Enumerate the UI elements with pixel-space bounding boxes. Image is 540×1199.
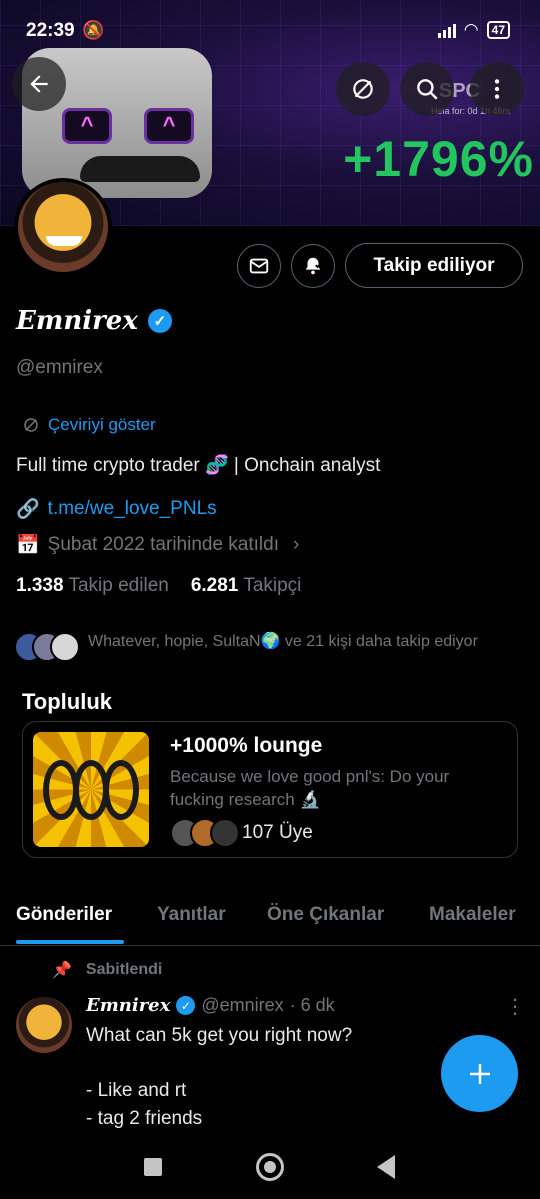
- search-icon[interactable]: [400, 62, 454, 116]
- tab-highlights[interactable]: Öne Çıkanlar: [267, 904, 384, 926]
- tab-posts[interactable]: Gönderiler: [16, 904, 112, 926]
- compose-button[interactable]: [441, 1035, 518, 1112]
- profile-handle: @emnirex: [16, 357, 103, 378]
- calendar-icon: 📅: [16, 535, 40, 556]
- active-tab-indicator: [16, 940, 124, 944]
- home-icon[interactable]: [256, 1153, 284, 1181]
- battery-icon: 47: [486, 21, 510, 39]
- post-avatar[interactable]: [16, 997, 72, 1053]
- post-author[interactable]: Emnirex: [86, 995, 170, 1016]
- tab-articles[interactable]: Makaleler: [429, 904, 516, 926]
- joined-label: Şubat 2022 tarihinde katıldı: [47, 534, 280, 555]
- joined-date[interactable]: 📅 Şubat 2022 tarihinde katıldı ›: [16, 533, 299, 557]
- wifi-icon: ◠: [463, 20, 479, 39]
- link-icon: 🔗: [16, 499, 40, 520]
- community-image: [33, 732, 149, 847]
- profile-link-text: t.me/we_love_PNLs: [47, 498, 217, 519]
- banner-percent: +1796%: [343, 131, 534, 187]
- profile-name: Emnirex ✓: [16, 306, 172, 336]
- followed-by[interactable]: Whatever, hopie, SultaN🌍 ve 21 kişi daha…: [14, 630, 514, 662]
- mute-icon: 🔕: [82, 20, 105, 40]
- chevron-right-icon: ›: [293, 534, 300, 555]
- member-avatars: [170, 818, 240, 848]
- profile-tabs: Gönderiler Yanıtlar Öne Çıkanlar Makalel…: [0, 890, 540, 946]
- back-arrow-icon[interactable]: [12, 57, 66, 111]
- community-members: 107 Üye: [170, 818, 313, 848]
- post-verified-icon: ✓: [176, 996, 196, 1015]
- follow-stats: 1.338 Takip edilen 6.281 Takipçi: [16, 575, 301, 597]
- member-count: 107 Üye: [242, 822, 313, 843]
- community-card[interactable]: +1000% lounge Because we love good pnl's…: [22, 721, 518, 858]
- profile-bio: Full time crypto trader 🧬 | Onchain anal…: [16, 455, 381, 476]
- post-text[interactable]: What can 5k get you right now? - Like an…: [86, 1022, 352, 1132]
- signal-icon: [437, 22, 456, 38]
- status-bar: 22:39 🔕 ◠ 47: [0, 0, 540, 44]
- community-name: +1000% lounge: [170, 734, 323, 757]
- followed-by-text: Whatever, hopie, SultaN🌍 ve 21 kişi daha…: [88, 633, 478, 650]
- recent-apps-icon[interactable]: [144, 1158, 162, 1176]
- tab-replies[interactable]: Yanıtlar: [157, 904, 226, 926]
- back-icon[interactable]: [377, 1155, 395, 1179]
- community-section-title: Topluluk: [22, 689, 113, 714]
- post-more-icon[interactable]: ⋮: [505, 994, 525, 1019]
- more-vertical-icon[interactable]: [470, 62, 524, 116]
- notification-bell-icon[interactable]: [291, 244, 335, 288]
- plus-icon: [469, 1063, 490, 1084]
- translate-label: Çeviriyi göster: [48, 415, 156, 434]
- post-handle: @emnirex: [201, 995, 284, 1015]
- system-nav-bar: [0, 1134, 540, 1199]
- translate-link[interactable]: Çeviriyi göster: [22, 415, 156, 435]
- profile-link[interactable]: 🔗 t.me/we_love_PNLs: [16, 497, 217, 521]
- message-icon[interactable]: [237, 244, 281, 288]
- followed-by-avatars: [14, 632, 80, 662]
- pinned-label: 📌 Sabitlendi: [52, 960, 162, 980]
- following-button[interactable]: Takip ediliyor: [345, 243, 523, 288]
- post-time: · 6 dk: [289, 995, 335, 1015]
- followers-stat[interactable]: 6.281 Takipçi: [191, 575, 302, 597]
- post-header: Emnirex ✓ @emnirex · 6 dk: [86, 995, 335, 1016]
- community-description: Because we love good pnl's: Do your fuck…: [170, 767, 450, 809]
- translate-icon[interactable]: [336, 62, 390, 116]
- verified-badge-icon: ✓: [147, 309, 172, 333]
- profile-name-text: Emnirex: [16, 306, 138, 336]
- profile-avatar[interactable]: [14, 178, 112, 276]
- translate-small-icon: [24, 418, 38, 432]
- pinned-text: Sabitlendi: [85, 961, 163, 978]
- following-stat[interactable]: 1.338 Takip edilen: [16, 575, 169, 597]
- pin-icon: 📌: [52, 962, 72, 979]
- status-time: 22:39: [26, 20, 75, 41]
